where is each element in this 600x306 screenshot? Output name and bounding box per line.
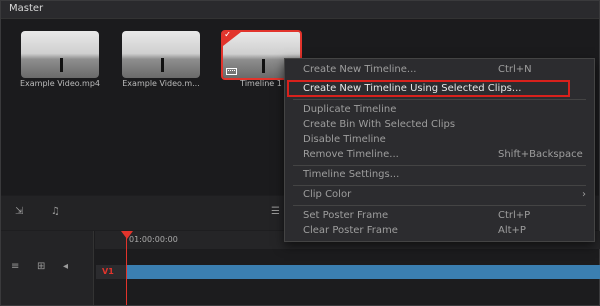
- shortcut-ctrl-p: Ctrl+P: [498, 210, 531, 221]
- shortcut-shift-backspace: Shift+Backspace: [498, 149, 583, 160]
- video-thumbnail: [122, 31, 200, 78]
- menu-item-create-bin[interactable]: Create Bin With Selected Clips: [303, 119, 455, 130]
- bin-header: Master: [1, 1, 599, 19]
- menu-item-remove-timeline[interactable]: Remove Timeline...: [303, 149, 399, 160]
- context-menu: Create New Timeline... Ctrl+N Create New…: [284, 58, 595, 242]
- list-view-icon[interactable]: ☰: [271, 206, 285, 218]
- menu-item-duplicate-timeline[interactable]: Duplicate Timeline: [303, 104, 396, 115]
- menu-item-clip-color[interactable]: Clip Color: [303, 189, 351, 200]
- clip-label-1: Example Video.mp4: [19, 79, 101, 88]
- insert-audio-icon[interactable]: ♫: [51, 206, 65, 218]
- track-tool-icon[interactable]: ≡: [11, 261, 25, 273]
- timeline-icon: [226, 68, 237, 75]
- volume-icon[interactable]: ◂: [63, 261, 77, 273]
- shortcut-ctrl-n: Ctrl+N: [498, 64, 532, 75]
- track-label[interactable]: V1: [96, 265, 126, 279]
- playhead-handle[interactable]: [121, 231, 133, 239]
- track-settings-icon[interactable]: ⊞: [37, 261, 51, 273]
- menu-item-disable-timeline[interactable]: Disable Timeline: [303, 134, 386, 145]
- clip-label-2: Example Video.m...: [122, 79, 200, 88]
- timeline-panel: ≡ ⊞ ◂ 01:00:00:00 V1: [1, 231, 600, 305]
- bin-title: Master: [9, 3, 44, 14]
- video-thumbnail: [21, 31, 99, 78]
- timecode: 01:00:00:00: [129, 235, 178, 244]
- menu-item-timeline-settings[interactable]: Timeline Settings...: [303, 169, 399, 180]
- clip-thumbnail-2[interactable]: [122, 31, 200, 78]
- shortcut-alt-p: Alt+P: [498, 225, 526, 236]
- menu-separator: [293, 99, 586, 100]
- menu-item-set-poster-frame[interactable]: Set Poster Frame: [303, 210, 388, 221]
- clip-thumbnail-1[interactable]: [21, 31, 99, 78]
- menu-item-clear-poster-frame[interactable]: Clear Poster Frame: [303, 225, 398, 236]
- menu-item-create-timeline-selected-clips[interactable]: Create New Timeline Using Selected Clips…: [303, 83, 521, 94]
- playhead[interactable]: [126, 231, 127, 305]
- menu-separator: [293, 185, 586, 186]
- chevron-right-icon: ›: [582, 189, 586, 200]
- video-clip-bar[interactable]: [127, 265, 600, 279]
- menu-item-create-new-timeline[interactable]: Create New Timeline...: [303, 64, 416, 75]
- menu-separator: [293, 205, 586, 206]
- track-name: V1: [102, 267, 114, 276]
- track-header-area: ≡ ⊞ ◂: [1, 231, 94, 305]
- menu-separator: [293, 165, 586, 166]
- insert-clip-icon[interactable]: ⇲: [15, 206, 29, 218]
